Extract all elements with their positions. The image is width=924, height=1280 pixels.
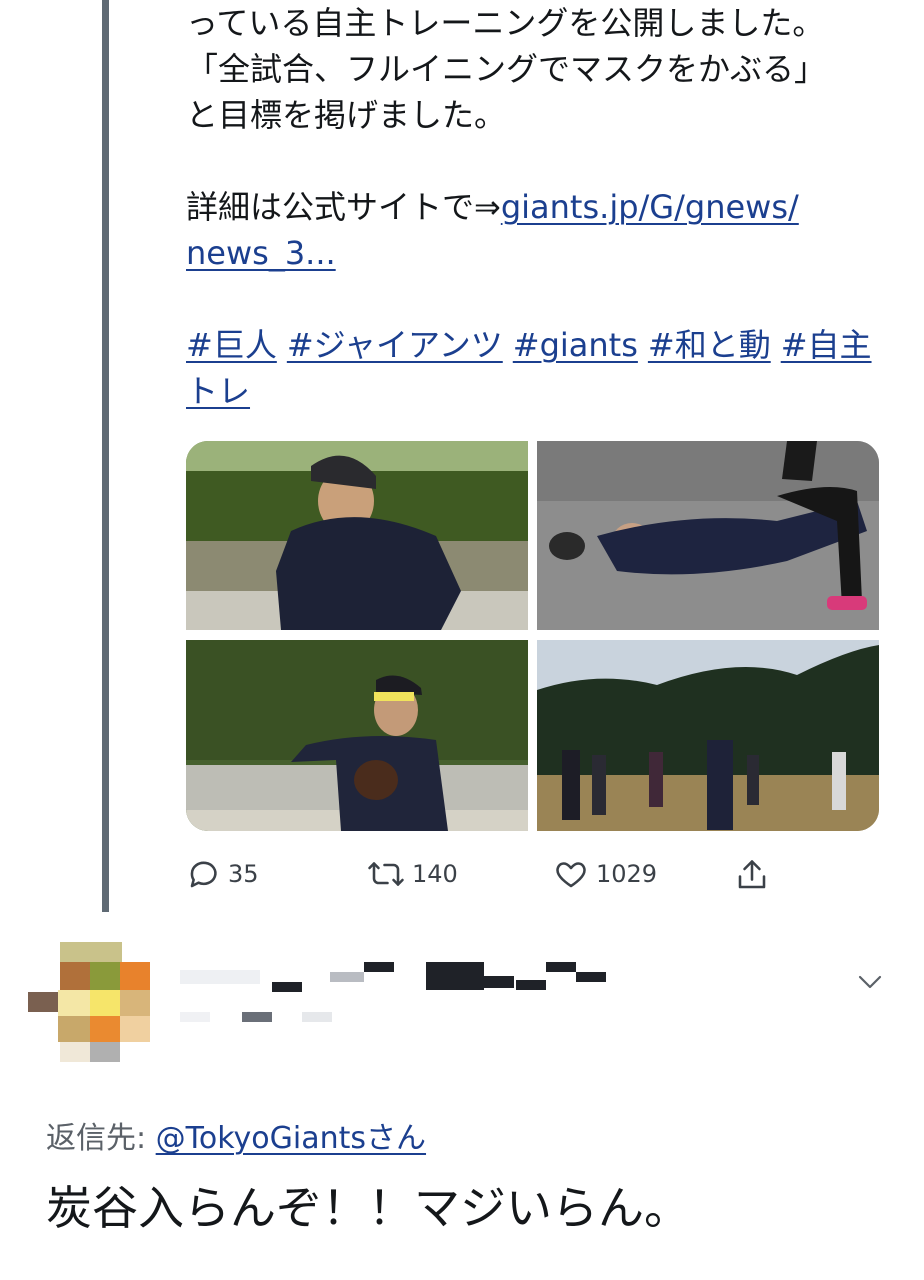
avatar[interactable] [28,942,152,1062]
reply-text: 炭谷入らんぞ！！マジいらん。 [46,1181,690,1235]
hashtag-link[interactable]: #巨人 [186,326,277,364]
tweet-line: と目標を掲げました。 [186,96,507,134]
retweet-count: 140 [412,860,458,888]
tweet-line: 「全試合、フルイニングでマスクをかぶる」 [186,50,827,88]
media-grid [186,441,879,831]
heart-icon [552,856,590,892]
team-practice-field-photo[interactable] [537,640,879,831]
player-throwing-photo[interactable] [186,640,528,831]
hashtag-link[interactable]: #自主 [781,326,872,364]
hashtag-link[interactable]: #giants [513,326,638,364]
thread-line [102,0,109,912]
reply-to-label: 返信先: [46,1121,147,1156]
chevron-down-icon[interactable] [856,972,884,992]
detail-link[interactable]: giants.jp/G/gnews/ [501,188,799,226]
hashtag-link-continued[interactable]: トレ [186,372,250,410]
reply-count: 35 [228,860,259,888]
hashtag-line: #巨人 #ジャイアンツ #giants #和と動 #自主 [186,322,886,368]
share-button[interactable] [734,856,770,894]
share-icon [734,856,770,894]
detail-prefix: 詳細は公式サイトで⇒ [186,188,501,226]
hashtag-link[interactable]: #和と動 [648,326,771,364]
detail-line: 詳細は公式サイトで⇒giants.jp/G/gnews/ [186,184,886,230]
retweet-button[interactable]: 140 [366,856,458,892]
tweet-actions: 35 140 1029 [186,856,826,896]
reply-button[interactable]: 35 [186,856,259,892]
hashtag-line-2: トレ [186,368,886,414]
like-button[interactable]: 1029 [552,856,657,892]
detail-line-2: news_3... [186,230,886,276]
like-count: 1029 [596,860,658,888]
reply-to-handle-link[interactable]: @TokyoGiantsさん [156,1121,426,1156]
detail-link-continued[interactable]: news_3... [186,234,336,272]
retweet-icon [366,856,406,892]
tweet-line: っている自主トレーニングを公開しました。 [186,4,825,42]
player-running-photo[interactable] [186,441,528,630]
hashtag-link[interactable]: #ジャイアンツ [287,326,503,364]
tweet-body: っている自主トレーニングを公開しました。 「全試合、フルイニングでマスクをかぶる… [186,0,886,414]
user-name-redacted [180,958,640,1038]
speech-bubble-icon [186,856,222,892]
reply-to-line: 返信先: @TokyoGiantsさん [46,1113,426,1157]
player-lying-on-ground-photo[interactable] [537,441,879,630]
